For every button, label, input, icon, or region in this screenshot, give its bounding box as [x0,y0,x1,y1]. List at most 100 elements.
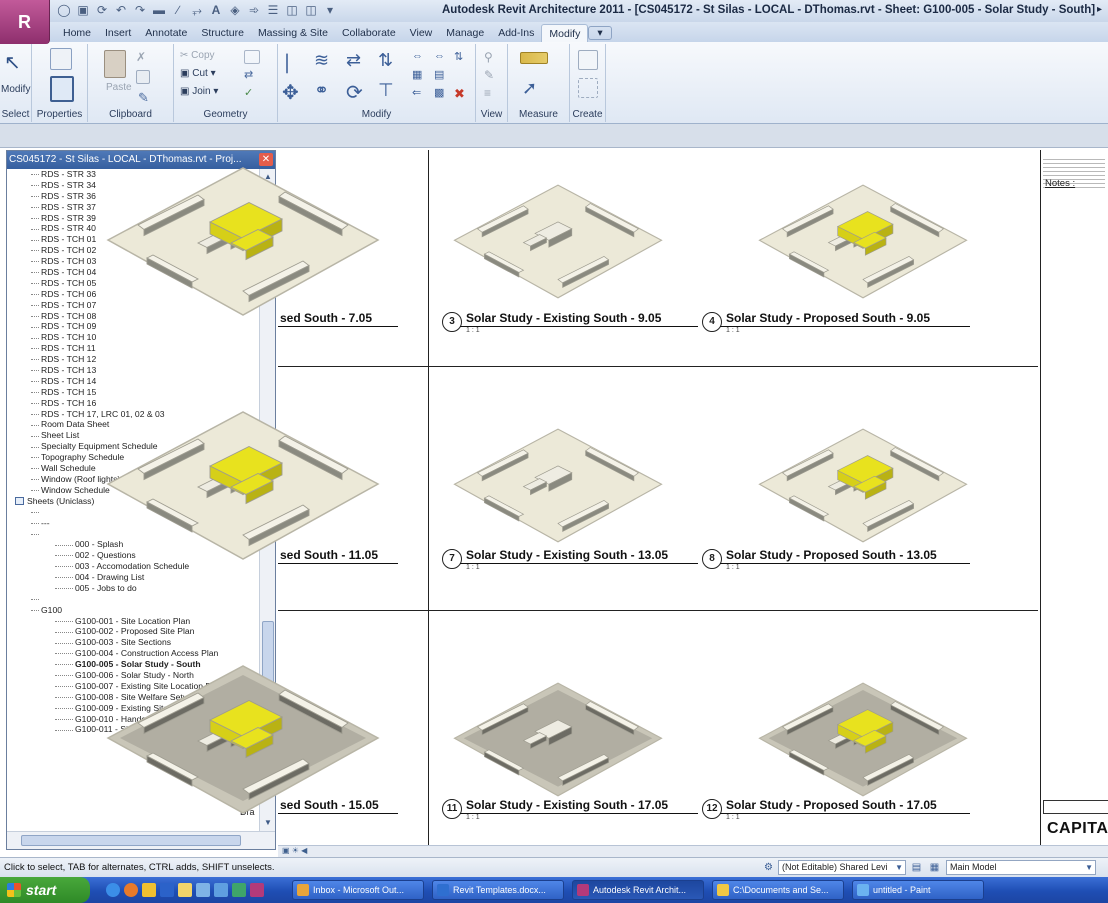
sync-icon[interactable]: ⟳ [94,2,110,18]
unjoin-icon[interactable]: ⇅ [454,50,470,64]
tab-structure[interactable]: Structure [194,24,251,42]
align-icon[interactable]: ∣ [282,50,308,74]
tab-add-ins[interactable]: Add-Ins [491,24,541,42]
browser-tree-item[interactable]: RDS - TCH 14 [7,376,259,387]
section-icon[interactable]: ➾ [246,2,262,18]
copy-button[interactable]: ✂ Copy [180,50,215,61]
tab-annotate[interactable]: Annotate [138,24,194,42]
explorer-icon[interactable] [178,883,192,897]
start-button[interactable]: start [0,877,90,903]
pin-toggle-icon[interactable]: ▩ [434,86,450,100]
delete-icon[interactable]: ✖ [454,86,470,101]
redo-icon[interactable]: ↷ [132,2,148,18]
text-icon[interactable]: A [208,2,224,18]
switch-windows-icon[interactable]: ◫ [303,2,319,18]
join-button[interactable]: ▣ Join ▾ [180,86,218,97]
cut-icon[interactable]: ✗ [136,50,150,64]
trim-icon[interactable]: ⊤ [378,80,404,104]
unpin-icon[interactable]: ▤ [434,68,450,82]
tab-collaborate[interactable]: Collaborate [335,24,403,42]
view-title[interactable]: Solar Study - Proposed South - 13.05 [726,548,937,562]
browser-tree-item[interactable] [7,594,259,605]
taskbar-window-button[interactable]: C:\Documents and Se... [712,880,844,900]
view-title[interactable]: Solar Study - Existing South - 13.05 [466,548,668,562]
taskbar-window-button[interactable]: Revit Templates.docx... [432,880,564,900]
application-menu-button[interactable]: R [0,0,50,44]
copy-element-icon[interactable]: ⚭ [314,80,340,104]
view-title[interactable]: Solar Study - Existing South - 17.05 [466,798,668,812]
cut-geometry-button[interactable]: ▣ Cut ▾ [180,68,216,79]
aligned-dimension-icon[interactable]: ➚ [522,78,548,98]
tab-massing-site[interactable]: Massing & Site [251,24,335,42]
design-option-field[interactable]: Main Model ▼ [946,860,1096,875]
split-icon[interactable]: ⇔ [412,50,428,64]
move-icon[interactable]: ✥ [282,80,308,104]
taskbar-window-button[interactable]: Inbox - Microsoft Out... [292,880,424,900]
view-title[interactable]: Solar Study - Proposed South - 17.05 [726,798,937,812]
create-group-icon[interactable] [578,50,598,70]
dimension-icon[interactable]: ∕ [170,2,186,18]
open-icon[interactable]: ◯ [56,2,72,18]
sheet-canvas[interactable]: sed South - 7.05 3 Solar Study - Existing … [106,150,1038,845]
view-title[interactable]: sed South - 15.05 [280,798,379,812]
paint-icon[interactable]: ✓ [244,86,260,100]
worksets-icon[interactable]: ⚙ [762,861,775,874]
taskbar-window-button[interactable]: Autodesk Revit Archit... [572,880,704,900]
type-properties-icon[interactable] [50,48,72,70]
pin-icon[interactable]: ⇔ [434,50,450,64]
browser-tree-item[interactable]: G100-001 - Site Location Plan [7,616,259,627]
view-title[interactable]: Solar Study - Existing South - 9.05 [466,311,661,325]
outlook-icon[interactable] [142,883,156,897]
view-title[interactable]: Solar Study - Proposed South - 9.05 [726,311,930,325]
close-hidden-icon[interactable]: ◫ [284,2,300,18]
mirror-draw-icon[interactable]: ⇅ [378,50,404,74]
tab-modify[interactable]: Modify [541,24,589,42]
browser-horizontal-scrollbar[interactable] [7,831,275,849]
view-title[interactable]: sed South - 7.05 [280,311,372,325]
hide-icon[interactable]: ⚲ [484,50,500,64]
browser-tree-item[interactable]: 005 - Jobs to do [7,583,259,594]
default-3d-view-icon[interactable]: ◈ [227,2,243,18]
scale-icon[interactable]: ⇐ [412,86,428,100]
browser-tree-item[interactable]: RDS - TCH 10 [7,332,259,343]
rotate-icon[interactable]: ⟳ [346,80,372,104]
mirror-axis-icon[interactable]: ⇄ [346,50,372,74]
revit-icon[interactable] [250,883,264,897]
match-type-icon[interactable]: ✎ [138,90,154,105]
word-icon[interactable] [160,883,174,897]
browser-tree-item[interactable]: RDS - TCH 13 [7,365,259,376]
active-workset-field[interactable]: (Not Editable) Shared Levi ▼ [778,860,906,875]
undo-icon[interactable]: ↶ [113,2,129,18]
browser-tree-item[interactable]: G100-002 - Proposed Site Plan [7,626,259,637]
desktop-icon[interactable] [214,883,228,897]
network-icon[interactable] [196,883,210,897]
ribbon-minimize-icon[interactable]: ▾ [588,26,612,40]
paste-icon[interactable] [104,50,126,78]
tab-view[interactable]: View [403,24,440,42]
override-icon[interactable]: ✎ [484,68,500,82]
view-title[interactable]: sed South - 11.05 [280,548,378,562]
customize-qat-icon[interactable]: ▾ [322,2,338,18]
excel-icon[interactable] [232,883,246,897]
browser-tree-item[interactable]: G100 [7,605,259,616]
measure-icon[interactable]: ▬ [151,2,167,18]
view-control-icons[interactable]: ▣ ☀ ◀ [282,846,307,855]
offset-icon[interactable]: ≋ [314,50,340,74]
properties-icon[interactable] [50,76,74,102]
thin-lines-icon[interactable]: ☰ [265,2,281,18]
firefox-icon[interactable] [124,883,138,897]
browser-tree-item[interactable]: RDS - TCH 11 [7,343,259,354]
taskbar-window-button[interactable]: untitled - Paint [852,880,984,900]
horizontal-scroll-thumb[interactable] [21,835,241,846]
array-icon[interactable]: ▦ [412,68,428,82]
tab-manage[interactable]: Manage [439,24,491,42]
browser-tree-item[interactable]: RDS - TCH 12 [7,354,259,365]
split-face-icon[interactable] [244,50,260,64]
measure-tape-icon[interactable] [520,52,548,64]
ie-icon[interactable] [106,883,120,897]
create-similar-icon[interactable] [578,78,598,98]
wall-joins-icon[interactable]: ⇄ [244,68,260,82]
modify-cursor-icon[interactable]: ↖ [4,50,34,80]
linework-icon[interactable]: ≡ [484,86,500,100]
tag-icon[interactable]: ⥅ [189,2,205,18]
